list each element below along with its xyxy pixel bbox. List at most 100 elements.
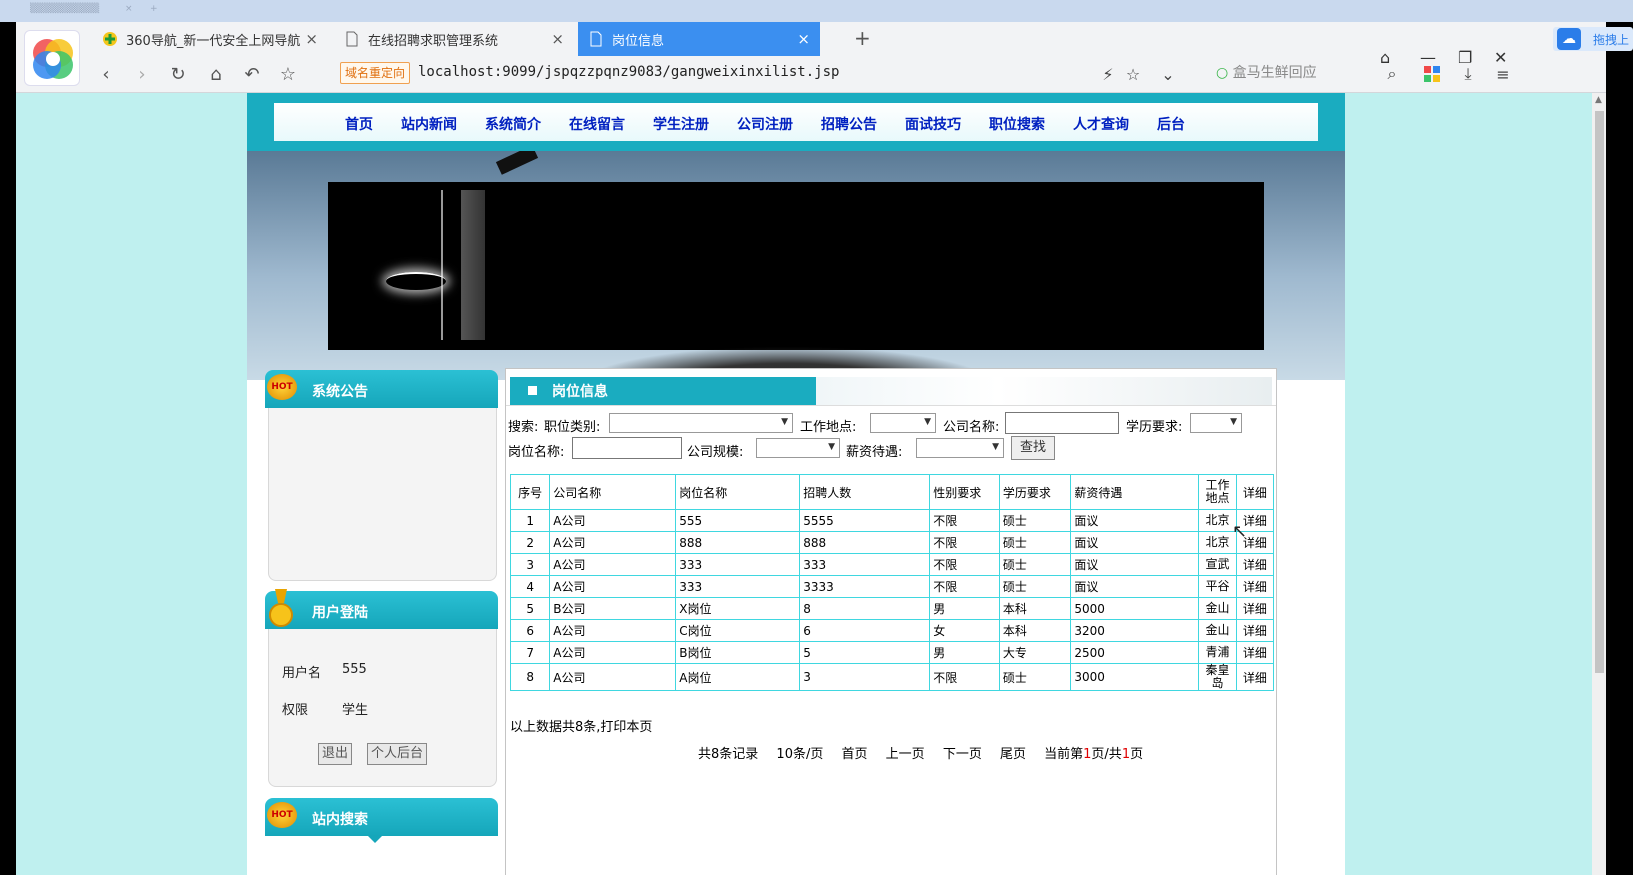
browser-logo-icon[interactable] xyxy=(24,30,80,86)
panel-title: 岗位信息 xyxy=(552,384,608,400)
reload-icon[interactable]: ↻ xyxy=(166,62,190,86)
nav-interview-tips[interactable]: 面试技巧 xyxy=(905,114,961,134)
pager-prev[interactable]: 上一页 xyxy=(886,747,925,762)
job-info-panel: 岗位信息 搜索: 职位类别: 工作地点: 公司名称: 学历要求: 岗位名称: 公… xyxy=(505,368,1277,875)
search-suggestion[interactable]: ○ 盒马生鲜回应 xyxy=(1216,62,1317,82)
chevron-down-icon[interactable]: ⌄ xyxy=(1156,62,1180,86)
search-prefix: 搜索: xyxy=(508,420,539,435)
nav-home[interactable]: 首页 xyxy=(345,114,373,134)
table-row: 1 A公司 555 5555 不限 硕士 面议 北京 详细 xyxy=(509,509,1275,532)
nav-intro[interactable]: 系统简介 xyxy=(485,114,541,134)
detail-link[interactable]: 详细 xyxy=(1235,553,1275,576)
pager-total: 共8条记录 xyxy=(698,747,759,762)
close-window-icon[interactable]: ✕ xyxy=(1494,48,1507,67)
pagination: 共8条记录 10条/页 首页 上一页 下一页 尾页 当前第1页/共1页 xyxy=(698,743,1143,762)
cell-headcount: 8 xyxy=(799,597,931,620)
nav-job-search[interactable]: 职位搜索 xyxy=(989,114,1045,134)
cell-location: 北京 xyxy=(1198,531,1237,554)
cell-gender: 不限 xyxy=(929,553,1000,576)
cloud-drive-button[interactable]: ☁ 拖拽上 xyxy=(1553,27,1633,51)
personal-backend-button[interactable]: 个人后台 xyxy=(367,743,428,765)
back-icon[interactable]: ‹ xyxy=(94,62,118,86)
header-divider xyxy=(506,405,1276,406)
cell-company: A公司 xyxy=(549,553,677,576)
pager-current-prefix: 当前第 xyxy=(1044,747,1084,762)
nav-company-register[interactable]: 公司注册 xyxy=(737,114,793,134)
cell-job: B岗位 xyxy=(675,641,801,664)
minimize-icon[interactable]: — xyxy=(1420,48,1436,67)
lightning-icon[interactable]: ⚡ xyxy=(1096,62,1120,86)
category-select[interactable] xyxy=(609,413,793,433)
detail-link[interactable]: 详细 xyxy=(1235,597,1275,620)
detail-link[interactable]: 详细 xyxy=(1235,619,1275,642)
col-salary: 薪资待遇 xyxy=(1070,474,1200,510)
nav-admin[interactable]: 后台 xyxy=(1157,114,1185,134)
company-label: 公司名称: xyxy=(943,420,1000,435)
tab-job-info[interactable]: 岗位信息 × xyxy=(578,22,820,56)
detail-link[interactable]: 详细 xyxy=(1235,663,1275,691)
nav-student-register[interactable]: 学生注册 xyxy=(653,114,709,134)
page-scrollbar[interactable]: ▲ xyxy=(1592,93,1606,875)
logout-button[interactable]: 退出 xyxy=(318,743,353,765)
nav-news[interactable]: 站内新闻 xyxy=(401,114,457,134)
detail-link[interactable]: 详细 xyxy=(1235,641,1275,664)
scroll-up-icon[interactable]: ▲ xyxy=(1595,95,1602,105)
company-input[interactable] xyxy=(1005,412,1119,434)
cell-gender: 不限 xyxy=(929,663,1000,691)
salary-select[interactable] xyxy=(916,438,1004,458)
new-tab-plus-icon[interactable]: + xyxy=(854,26,871,50)
tab-label: 在线招聘求职管理系统 xyxy=(368,33,499,49)
search-icon: ○ xyxy=(1216,65,1229,81)
education-select[interactable] xyxy=(1190,413,1242,433)
redirect-badge[interactable]: 域名重定向 xyxy=(340,62,411,84)
nav-links: 首页 站内新闻 系统简介 在线留言 学生注册 公司注册 招聘公告 面试技巧 职位… xyxy=(345,114,1213,134)
home-icon[interactable]: ⌂ xyxy=(204,62,228,86)
pager-last[interactable]: 尾页 xyxy=(1000,747,1026,762)
scrollbar-thumb[interactable] xyxy=(1595,111,1604,673)
cell-index: 2 xyxy=(509,531,551,554)
nav-recruit-notice[interactable]: 招聘公告 xyxy=(821,114,877,134)
flash-swoosh xyxy=(386,272,446,290)
location-select[interactable] xyxy=(870,413,936,433)
cell-location: 秦皇岛 xyxy=(1198,663,1237,691)
salary-label: 薪资待遇: xyxy=(846,445,903,460)
cell-index: 7 xyxy=(509,641,551,664)
pager-next[interactable]: 下一页 xyxy=(943,747,982,762)
site-search-header: HOT 站内搜索 xyxy=(265,798,498,843)
job-name-input[interactable] xyxy=(572,437,682,459)
table-row: 8 A公司 A岗位 3 不限 硕士 3000 秦皇岛 详细 xyxy=(509,663,1275,691)
forward-icon[interactable]: › xyxy=(130,62,154,86)
star-icon[interactable]: ☆ xyxy=(1121,62,1145,86)
table-row: 7 A公司 B岗位 5 男大专 2500 青浦 详细 xyxy=(509,641,1275,664)
cell-salary: 面议 xyxy=(1070,575,1200,598)
cell-salary: 5000 xyxy=(1070,597,1200,620)
tab-close-icon[interactable]: × xyxy=(551,30,564,48)
bookmark-star-icon[interactable]: ☆ xyxy=(276,62,300,86)
panel-title-bar: 岗位信息 xyxy=(510,377,842,405)
tab-close-icon[interactable]: × xyxy=(305,30,318,48)
nav-message[interactable]: 在线留言 xyxy=(569,114,625,134)
tab-close-icon[interactable]: × xyxy=(797,30,810,48)
summary-text[interactable]: 以上数据共8条,打印本页 xyxy=(510,716,652,735)
nav-talent-query[interactable]: 人才查询 xyxy=(1073,114,1129,134)
tab-recruit-system[interactable]: 在线招聘求职管理系统 × xyxy=(334,22,574,56)
username-value: 555 xyxy=(342,662,367,677)
find-button[interactable]: 查找 xyxy=(1011,436,1055,460)
restore-icon[interactable]: ❐ xyxy=(1458,48,1472,67)
tab-360-nav[interactable]: 360导航_新一代安全上网导航 × xyxy=(92,22,328,56)
col-location: 工作地点 xyxy=(1198,474,1237,510)
url-text[interactable]: localhost:9099/jspqzzpqnz9083/gangweixin… xyxy=(418,64,839,80)
undo-icon[interactable]: ↶ xyxy=(240,62,264,86)
flash-line xyxy=(441,190,443,340)
detail-link[interactable]: 详细 xyxy=(1235,575,1275,598)
skin-shirt-icon[interactable]: ⌂ xyxy=(1380,48,1390,67)
company-size-select[interactable] xyxy=(756,438,840,458)
cell-index: 8 xyxy=(509,663,551,691)
username-label: 用户名 xyxy=(282,666,322,681)
cell-salary: 面议 xyxy=(1070,531,1200,554)
job-label: 岗位名称: xyxy=(508,445,565,460)
cell-company: A公司 xyxy=(549,575,677,598)
address-bar[interactable]: 域名重定向 localhost:9099/jspqzzpqnz9083/gang… xyxy=(336,58,1216,88)
pager-first[interactable]: 首页 xyxy=(842,747,868,762)
notice-title: 系统公告 xyxy=(312,384,368,400)
